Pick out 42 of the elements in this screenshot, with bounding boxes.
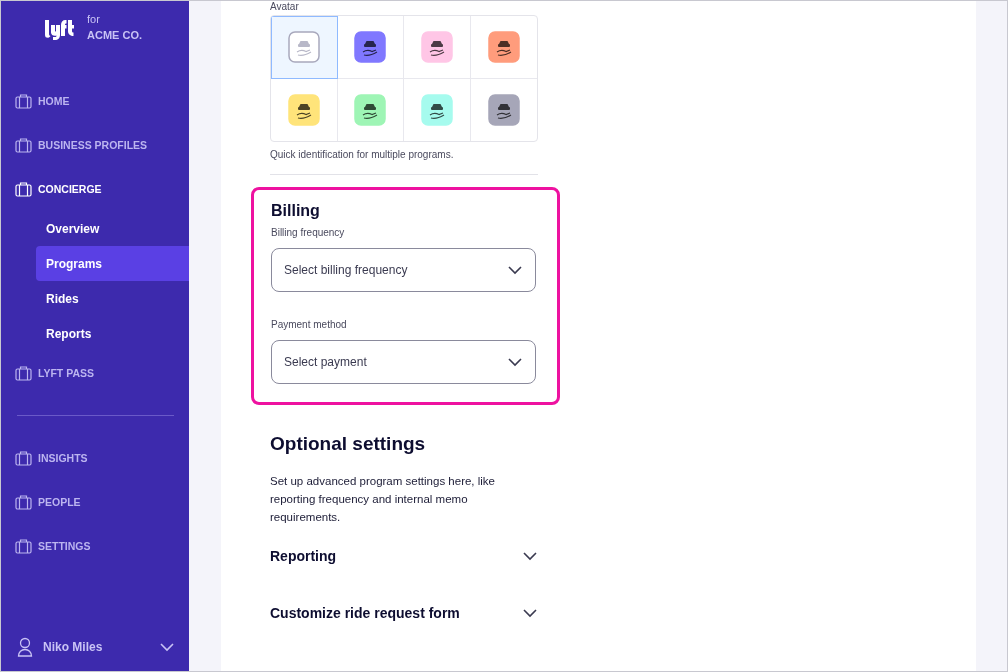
person-icon	[17, 637, 33, 657]
field-label: Payment method	[271, 319, 348, 330]
field-label: Billing frequency	[271, 227, 346, 238]
brand-for-text: for	[87, 13, 101, 25]
accordion-header[interactable]: Customize ride request form	[270, 603, 538, 623]
avatar-option[interactable]	[337, 16, 404, 79]
briefcase-icon	[15, 365, 32, 381]
accordion-header[interactable]: Reporting	[270, 546, 538, 566]
nav-subitem[interactable]: Rides	[36, 281, 189, 316]
nav-subitem[interactable]: Overview	[36, 211, 189, 246]
chevron-down-icon	[507, 263, 523, 277]
section-heading: Optional settings	[270, 433, 427, 455]
nav-item[interactable]: SETTINGS	[15, 524, 91, 568]
user-menu[interactable]: Niko Miles	[17, 635, 175, 659]
chevron-down-icon	[522, 549, 538, 563]
nav-subitem[interactable]: Reports	[36, 316, 189, 351]
select-dropdown[interactable]: Select billing frequency	[271, 248, 536, 292]
nav-item[interactable]: BUSINESS PROFILES	[15, 123, 148, 167]
nav-item[interactable]: HOME	[15, 79, 70, 123]
briefcase-icon	[15, 494, 32, 510]
nav-item[interactable]: LYFT PASS	[15, 351, 94, 395]
briefcase-icon	[15, 538, 32, 554]
nav-item[interactable]: PEOPLE	[15, 480, 81, 524]
description-text: Set up advanced program settings here, like reporting frequency and internal memo requirements.	[270, 474, 497, 525]
nav-item[interactable]: CONCIERGE	[15, 167, 102, 211]
chevron-down-icon	[159, 640, 175, 654]
briefcase-icon	[15, 93, 32, 109]
nav-subitem[interactable]: Programs	[36, 246, 189, 281]
briefcase-icon	[15, 181, 32, 197]
nav-item[interactable]: INSIGHTS	[15, 436, 88, 480]
chevron-down-icon	[522, 606, 538, 620]
lyft-logo	[43, 17, 75, 41]
briefcase-icon	[15, 137, 32, 153]
briefcase-icon	[15, 450, 32, 466]
section-title: Billing	[271, 202, 321, 220]
select-dropdown[interactable]: Select payment	[271, 340, 536, 384]
company-name: ACME CO.	[87, 29, 142, 41]
user-name: Niko Miles	[43, 640, 104, 654]
avatar-option[interactable]	[404, 16, 471, 79]
field-label: Avatar	[270, 1, 300, 14]
hint-text: Quick identification for multiple programs.	[270, 149, 455, 160]
chevron-down-icon	[507, 355, 523, 369]
